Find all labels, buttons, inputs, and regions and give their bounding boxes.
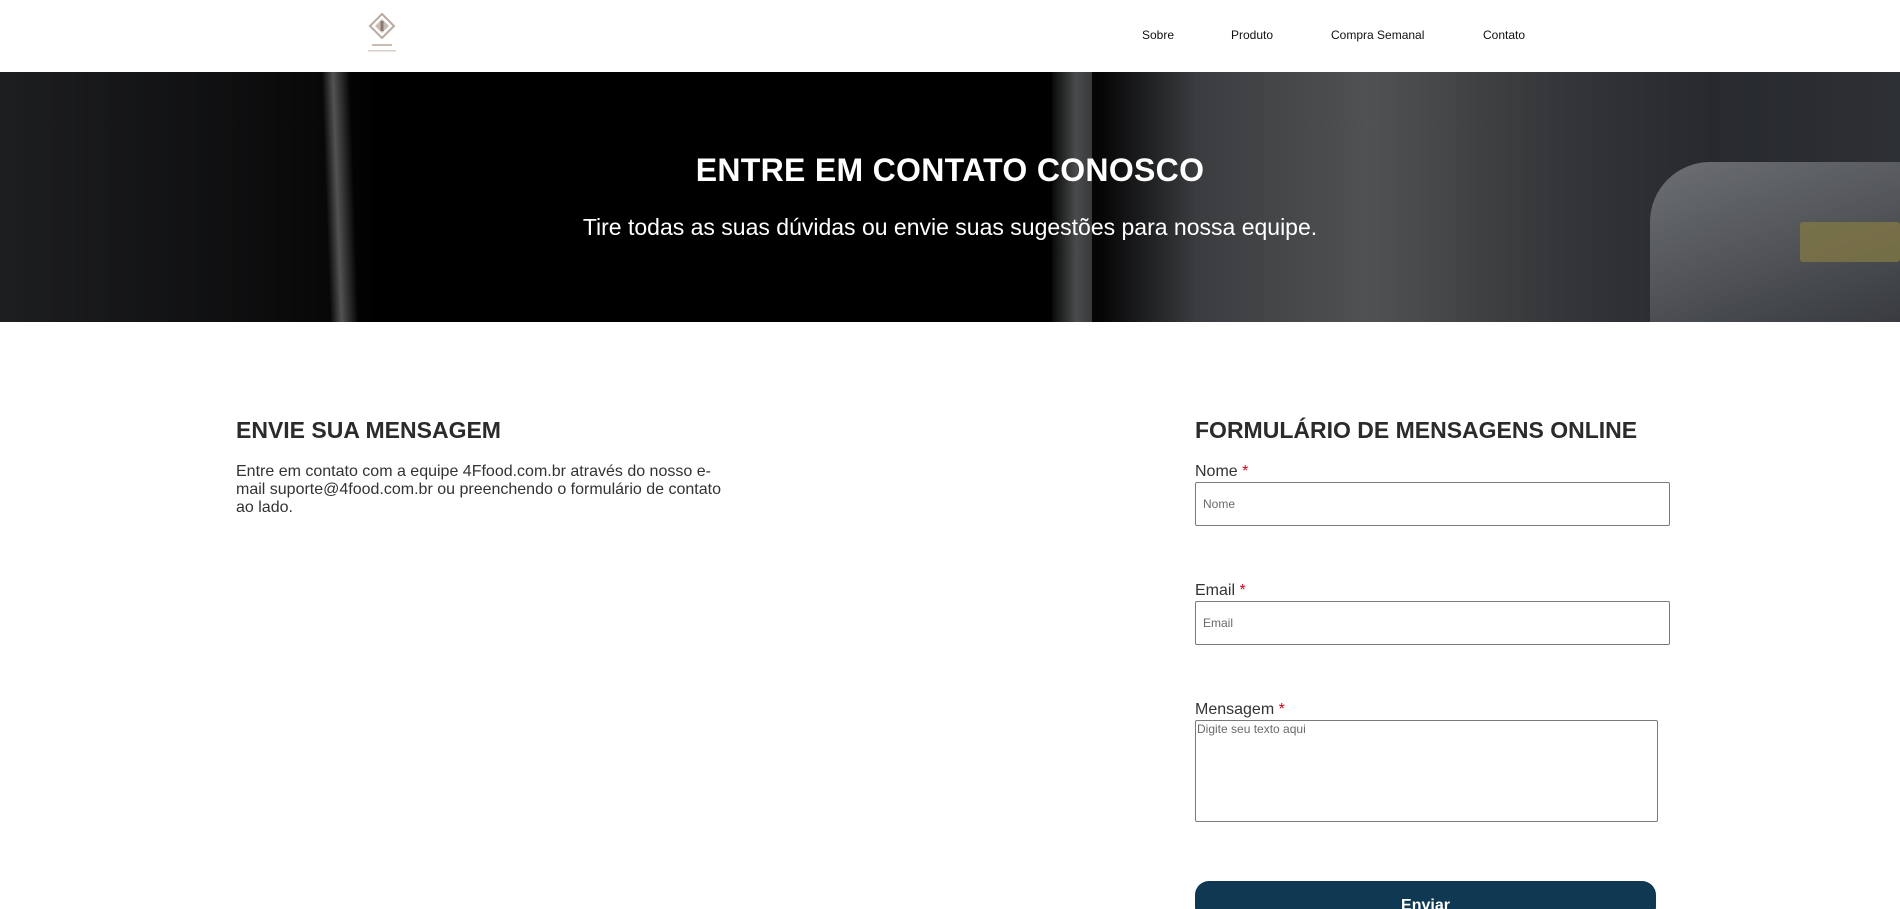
name-input[interactable]	[1195, 482, 1670, 526]
submit-button[interactable]: Enviar	[1195, 881, 1656, 909]
message-label: Mensagem *	[1195, 701, 1285, 719]
nav-item-produto[interactable]: Produto	[1231, 28, 1273, 42]
email-input[interactable]	[1195, 601, 1670, 645]
message-required-mark: *	[1278, 701, 1285, 718]
name-label-text: Nome	[1195, 463, 1238, 480]
site-header: Sobre Produto Compra Semanal Contato	[0, 0, 1900, 72]
intro-text: Entre em contato com a equipe 4Ffood.com…	[236, 463, 721, 516]
intro-title: ENVIE SUA MENSAGEM	[236, 417, 501, 443]
hero-banner: ENTRE EM CONTATO CONOSCO Tire todas as s…	[0, 72, 1900, 322]
hero-title: ENTRE EM CONTATO CONOSCO	[695, 152, 1205, 188]
hero-subtitle: Tire todas as suas dúvidas ou envie suas…	[582, 214, 1318, 240]
message-label-text: Mensagem	[1195, 701, 1275, 718]
name-label: Nome *	[1195, 463, 1248, 481]
main-nav: Sobre Produto Compra Semanal Contato	[0, 28, 1900, 44]
nav-item-contato[interactable]: Contato	[1483, 28, 1525, 42]
email-label-text: Email	[1195, 582, 1236, 599]
message-textarea[interactable]	[1195, 720, 1658, 822]
email-required-mark: *	[1239, 582, 1246, 599]
hero-overlay	[0, 72, 1900, 322]
name-required-mark: *	[1242, 463, 1249, 480]
email-label: Email *	[1195, 582, 1246, 600]
form-title: FORMULÁRIO DE MENSAGENS ONLINE	[1195, 417, 1638, 443]
nav-item-compra-semanal[interactable]: Compra Semanal	[1331, 28, 1424, 42]
nav-item-sobre[interactable]: Sobre	[1142, 28, 1174, 42]
